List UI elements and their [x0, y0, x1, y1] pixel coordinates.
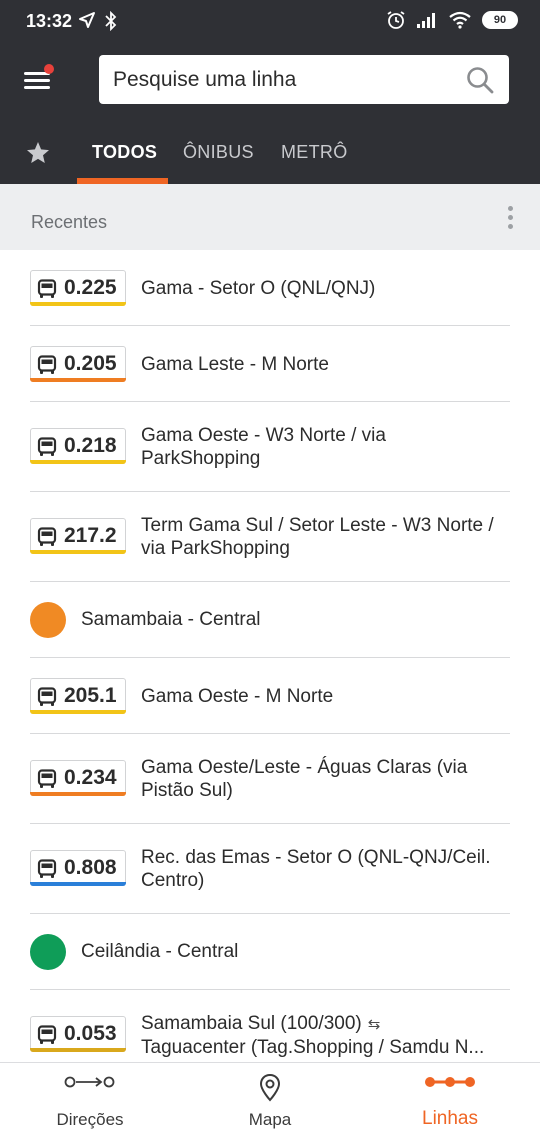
line-color-stripe [30, 302, 126, 306]
line-badge: 217.2 [30, 518, 126, 554]
line-name: Gama Oeste - M Norte [141, 686, 334, 707]
line-name: Gama Oeste/Leste - Águas Claras (via Pis… [141, 757, 468, 801]
nav-label: Direções [56, 1110, 124, 1129]
metro-line-dot [30, 602, 66, 638]
list-item[interactable]: 0.218 Gama Oeste - W3 Norte / via ParkSh… [0, 402, 540, 492]
list-item[interactable]: 205.1 Gama Oeste - M Norte [0, 658, 540, 734]
bottom-navigation: Direções Mapa Linhas [0, 1062, 540, 1140]
line-badge: 205.1 [30, 678, 126, 714]
tab-metro[interactable]: METRÔ [281, 142, 348, 163]
lines-icon [425, 1077, 475, 1087]
search-icon[interactable] [465, 65, 495, 95]
bus-icon [37, 769, 57, 788]
location-arrow-icon [79, 12, 95, 28]
line-badge: 0.234 [30, 760, 126, 796]
more-options-icon[interactable] [506, 206, 514, 232]
line-name: Ceilândia - Central [81, 941, 239, 962]
list-item[interactable]: Ceilândia - Central [0, 914, 540, 990]
bus-icon [37, 527, 57, 546]
line-name: Samambaia - Central [81, 609, 261, 630]
metro-line-dot [30, 934, 66, 970]
nav-label: Linhas [422, 1108, 478, 1129]
recent-section-header: Recentes [0, 184, 540, 250]
line-badge: 0.053 [30, 1016, 126, 1052]
tab-bar: TODOS ÔNIBUS METRÔ [0, 128, 540, 184]
line-color-stripe [30, 710, 126, 714]
recent-lines-list: 0.225 Gama - Setor O (QNL/QNJ) 0.205 Gam… [0, 250, 540, 1062]
list-item[interactable]: Samambaia - Central [0, 582, 540, 658]
list-item[interactable]: 0.205 Gama Leste - M Norte [0, 326, 540, 402]
line-name: Gama Oeste - W3 Norte / via ParkShopping [141, 425, 386, 469]
notification-dot [44, 64, 54, 74]
line-code: 0.205 [64, 352, 117, 375]
line-code: 0.808 [64, 856, 117, 879]
line-name: Samambaia Sul (100/300) ⇆ Taguacenter (Ta… [141, 1012, 501, 1059]
line-badge: 0.225 [30, 270, 126, 306]
line-color-stripe [30, 460, 126, 464]
menu-button[interactable] [22, 64, 56, 94]
list-item[interactable]: 0.053 Samambaia Sul (100/300) ⇆ Taguacent… [0, 990, 540, 1062]
bus-icon [37, 437, 57, 456]
line-badge: 0.808 [30, 850, 126, 886]
bus-icon [37, 859, 57, 878]
signal-icon [417, 13, 435, 28]
tab-todos[interactable]: TODOS [92, 142, 157, 163]
bus-icon [37, 355, 57, 374]
line-name-destination: Taguacenter (Tag.Shopping / Samdu N... [141, 1037, 485, 1058]
line-name-origin: Samambaia Sul (100/300) [141, 1013, 362, 1034]
line-name: Term Gama Sul / Setor Leste - W3 Norte /… [141, 515, 494, 559]
line-code: 205.1 [64, 684, 117, 707]
line-code: 217.2 [64, 524, 117, 547]
wifi-icon [449, 11, 471, 29]
search-box[interactable] [99, 55, 509, 104]
search-input[interactable] [113, 55, 453, 104]
line-code: 0.234 [64, 766, 117, 789]
app-header: 13:32 90 TODOS ÔNIBUS METRÔ [0, 0, 540, 184]
nav-direcoes[interactable]: Direções [0, 1063, 180, 1140]
status-bar: 13:32 90 [0, 0, 540, 44]
bidirectional-arrows-icon: ⇆ [367, 1016, 381, 1033]
route-icon [64, 1076, 115, 1088]
line-color-stripe [30, 378, 126, 382]
nav-label: Mapa [248, 1110, 292, 1129]
line-code: 0.225 [64, 276, 117, 299]
line-name: Rec. das Emas - Setor O (QNL-QNJ/Ceil. C… [141, 847, 491, 891]
bus-icon [37, 279, 57, 298]
line-name: Gama - Setor O (QNL/QNJ) [141, 278, 376, 299]
status-time: 13:32 [26, 11, 73, 31]
alarm-icon [387, 11, 405, 29]
line-badge: 0.218 [30, 428, 126, 464]
tab-onibus[interactable]: ÔNIBUS [183, 142, 254, 163]
nav-mapa[interactable]: Mapa [180, 1063, 360, 1140]
battery-indicator: 90 [482, 11, 518, 29]
bus-icon [37, 1025, 57, 1044]
line-color-stripe [30, 882, 126, 886]
list-item[interactable]: 0.234 Gama Oeste/Leste - Águas Claras (v… [0, 734, 540, 824]
line-badge: 0.205 [30, 346, 126, 382]
list-item[interactable]: 0.225 Gama - Setor O (QNL/QNJ) [0, 250, 540, 326]
nav-linhas[interactable]: Linhas [360, 1063, 540, 1140]
favorites-star-icon[interactable] [25, 140, 51, 166]
list-item[interactable]: 0.808 Rec. das Emas - Setor O (QNL-QNJ/C… [0, 824, 540, 914]
bus-icon [37, 687, 57, 706]
line-color-stripe [30, 550, 126, 554]
bluetooth-icon [105, 11, 117, 31]
line-color-stripe [30, 1048, 126, 1052]
line-color-stripe [30, 792, 126, 796]
list-item[interactable]: 217.2 Term Gama Sul / Setor Leste - W3 N… [0, 492, 540, 582]
line-code: 0.053 [64, 1022, 117, 1045]
line-name: Gama Leste - M Norte [141, 354, 329, 375]
section-title: Recentes [31, 212, 108, 232]
map-pin-icon [259, 1073, 281, 1102]
line-code: 0.218 [64, 434, 117, 457]
